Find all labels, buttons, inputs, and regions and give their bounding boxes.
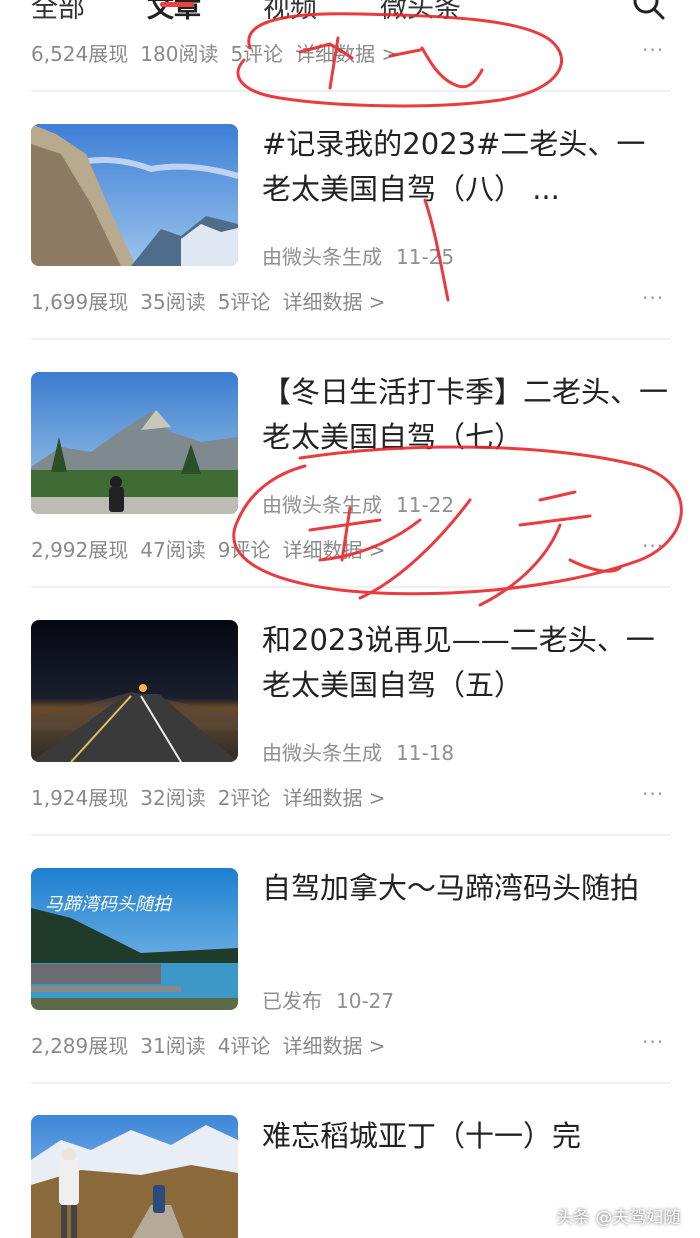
article-thumbnail: 马蹄湾码头随拍 — [31, 868, 238, 1010]
stats-row: 2,992展现 47阅读 9评论 详细数据 > — [31, 534, 398, 563]
stats-row: 1,699展现 35阅读 5评论 详细数据 > — [31, 286, 398, 315]
article-source: 由微头条生成 — [262, 245, 382, 269]
detail-data-link[interactable]: 详细数据 > — [282, 786, 385, 810]
reads-count: 35阅读 — [140, 290, 206, 314]
comments-count[interactable]: 2评论 — [218, 786, 271, 810]
stats-row: 6,524展现 180阅读 5评论 详细数据 > — [31, 38, 410, 67]
divider — [31, 586, 671, 588]
article-date: 10-27 — [336, 989, 395, 1013]
article-title[interactable]: 自驾加拿大～马蹄湾码头随拍 — [262, 866, 672, 911]
detail-data-link[interactable]: 详细数据 > — [295, 42, 398, 66]
article-date: 11-25 — [396, 245, 455, 269]
detail-data-link[interactable]: 详细数据 > — [282, 538, 385, 562]
views-count: 1,924展现 — [31, 786, 129, 810]
article-thumbnail — [31, 372, 238, 514]
thumbnail-caption: 马蹄湾码头随拍 — [45, 894, 173, 915]
article-meta: 由微头条生成 11-18 — [262, 737, 468, 766]
article-thumbnail — [31, 1115, 238, 1238]
reads-count: 47阅读 — [140, 538, 206, 562]
comments-count[interactable]: 9评论 — [218, 538, 271, 562]
article-date: 11-22 — [396, 493, 455, 517]
tab-videos[interactable]: 视频 — [263, 0, 317, 25]
article-source: 已发布 — [262, 989, 322, 1013]
views-count: 6,524展现 — [31, 42, 129, 66]
divider — [31, 834, 671, 836]
search-icon[interactable] — [631, 0, 667, 22]
article-meta: 由微头条生成 11-22 — [262, 489, 468, 518]
article-meta: 已发布 10-27 — [262, 985, 408, 1014]
comments-count[interactable]: 4评论 — [218, 1034, 271, 1058]
article-meta: 由微头条生成 11-25 — [262, 241, 468, 270]
active-tab-indicator — [160, 2, 194, 7]
article-title[interactable]: 难忘稻城亚丁（十一）完 — [262, 1114, 672, 1159]
detail-data-link[interactable]: 详细数据 > — [282, 290, 385, 314]
comments-count[interactable]: 5评论 — [230, 42, 283, 66]
tab-micro-headlines[interactable]: 微头条 — [380, 0, 461, 25]
reads-count: 180阅读 — [140, 42, 219, 66]
article-title[interactable]: 和2023说再见——二老头、一老太美国自驾（五） — [262, 618, 672, 708]
tab-all[interactable]: 全部 — [31, 0, 85, 25]
article-thumbnail — [31, 620, 238, 762]
article-source: 由微头条生成 — [262, 741, 382, 765]
divider — [31, 90, 671, 92]
watermark: 头条 @夫驾妇随 — [556, 1208, 681, 1228]
more-dots-icon[interactable]: ··· — [642, 286, 664, 310]
views-count: 2,289展现 — [31, 1034, 129, 1058]
more-dots-icon[interactable]: ··· — [642, 1030, 664, 1054]
reads-count: 31阅读 — [140, 1034, 206, 1058]
comments-count[interactable]: 5评论 — [218, 290, 271, 314]
more-dots-icon[interactable]: ··· — [642, 782, 664, 806]
stats-row: 1,924展现 32阅读 2评论 详细数据 > — [31, 782, 398, 811]
article-date: 11-18 — [396, 741, 455, 765]
article-title[interactable]: #记录我的2023#二老头、一老太美国自驾（八） ... — [262, 122, 672, 212]
divider — [31, 338, 671, 340]
article-title[interactable]: 【冬日生活打卡季】二老头、一老太美国自驾（七） — [262, 370, 672, 460]
article-source: 由微头条生成 — [262, 493, 382, 517]
detail-data-link[interactable]: 详细数据 > — [282, 1034, 385, 1058]
divider — [31, 1082, 671, 1084]
views-count: 1,699展现 — [31, 290, 129, 314]
more-dots-icon[interactable]: ··· — [642, 38, 664, 62]
stats-row: 2,289展现 31阅读 4评论 详细数据 > — [31, 1030, 398, 1059]
more-dots-icon[interactable]: ··· — [642, 534, 664, 558]
reads-count: 32阅读 — [140, 786, 206, 810]
views-count: 2,992展现 — [31, 538, 129, 562]
tab-bar: 全部 文章 视频 微头条 — [0, 0, 700, 26]
article-thumbnail — [31, 124, 238, 266]
